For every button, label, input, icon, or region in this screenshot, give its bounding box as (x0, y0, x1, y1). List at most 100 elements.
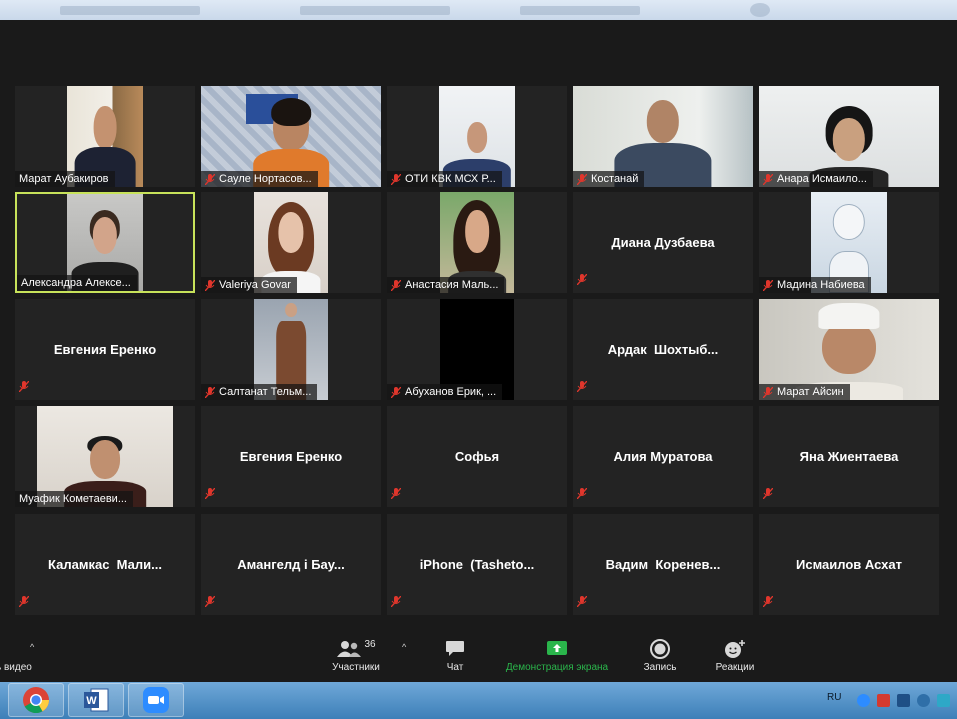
muted-mic-icon (205, 594, 219, 612)
gallery-grid: Марат Аубакиров Сауле Нортасов... ОТИ КВ… (15, 86, 941, 616)
share-screen-button[interactable]: Демонстрация экрана (497, 636, 617, 673)
meeting-toolbar: ^ ь видео 36 Участники ^ Чат Демонстраци… (0, 632, 957, 682)
muted-mic-icon (205, 279, 215, 291)
participant-tile[interactable]: Амангелд і Бау... (201, 514, 381, 615)
muted-mic-icon (391, 486, 405, 504)
participant-name-center: Яна Жиентаева (799, 449, 899, 464)
taskbar-zoom[interactable] (128, 683, 184, 717)
muted-mic-icon (391, 279, 401, 291)
participant-name-label: Сауле Нортасов... (201, 171, 318, 187)
zoom-icon (143, 687, 169, 713)
system-tray: RU (817, 682, 957, 719)
participant-name-label: Александра Алексе... (17, 275, 137, 291)
reactions-label: Реакции (715, 662, 755, 673)
participant-tile[interactable]: Ардак Шохтыб... (573, 299, 753, 400)
participant-tile[interactable]: Анастасия Маль... (387, 192, 567, 293)
participant-tile[interactable]: Вадим Коренев... (573, 514, 753, 615)
participant-tile[interactable]: Valeriya Govar (201, 192, 381, 293)
muted-mic-icon (205, 486, 219, 504)
network-tray-icon[interactable] (897, 694, 910, 707)
participant-tile[interactable]: Диана Дузбаева (573, 192, 753, 293)
participant-tile[interactable]: Анара Исмаило... (759, 86, 939, 187)
muted-mic-icon (391, 386, 401, 398)
share-screen-icon (547, 641, 567, 655)
muted-mic-icon (577, 594, 591, 612)
svg-text:W: W (86, 695, 97, 707)
participant-name-label: Анара Исмаило... (759, 171, 873, 187)
chat-label: Чат (446, 662, 464, 673)
record-button[interactable]: Запись (638, 636, 682, 673)
muted-mic-icon (19, 594, 33, 612)
video-label: ь видео (0, 662, 32, 673)
muted-mic-icon (391, 594, 405, 612)
participant-tile[interactable]: Абуханов Ерик, ... (387, 299, 567, 400)
participant-name-center: Евгения Еренко (53, 342, 157, 357)
participant-tile[interactable]: Марат Айсин (759, 299, 939, 400)
windows-taskbar: W RU (0, 682, 957, 719)
participant-tile[interactable]: Каламкас Мали... (15, 514, 195, 615)
participant-tile[interactable]: Софья (387, 406, 567, 507)
participant-tile[interactable]: Костанай (573, 86, 753, 187)
chrome-icon (23, 687, 50, 714)
record-label: Запись (643, 662, 677, 673)
participant-name-label: Абуханов Ерик, ... (387, 384, 503, 400)
participant-name-center: Каламкас Мали... (48, 557, 162, 572)
participant-tile[interactable]: Сауле Нортасов... (201, 86, 381, 187)
participant-tile[interactable]: Яна Жиентаева (759, 406, 939, 507)
participant-name-label: Костанай (573, 171, 645, 187)
video-options-caret[interactable]: ^ (30, 642, 34, 652)
chat-icon (446, 641, 464, 656)
record-icon (650, 639, 670, 659)
participants-button[interactable]: 36 Участники (328, 636, 384, 674)
muted-mic-icon (205, 173, 215, 185)
participant-tile[interactable]: Евгения Еренко (15, 299, 195, 400)
participant-tile[interactable]: Марат Аубакиров (15, 86, 195, 187)
reactions-button[interactable]: Реакции (710, 636, 760, 673)
zoom-tray-icon[interactable] (857, 694, 870, 707)
taskbar-word[interactable]: W (68, 683, 124, 717)
participant-name-center: Евгения Еренко (239, 449, 343, 464)
share-screen-label: Демонстрация экрана (505, 662, 609, 673)
participant-tile[interactable]: Алия Муратова (573, 406, 753, 507)
muted-mic-icon (577, 272, 591, 290)
participant-tile[interactable]: Евгения Еренко (201, 406, 381, 507)
browser-tabstrip (0, 0, 957, 20)
muted-mic-icon (577, 486, 591, 504)
participant-tile[interactable]: Муафик Кометаеви... (15, 406, 195, 507)
participant-tile[interactable]: iPhone (Tasheto... (387, 514, 567, 615)
muted-mic-icon (763, 386, 773, 398)
participant-name-center: Амангелд і Бау... (237, 557, 345, 572)
participant-tile-active-speaker[interactable]: Александра Алексе... (15, 192, 195, 293)
muted-mic-icon (391, 173, 401, 185)
participant-tile[interactable]: Мадина Набиева (759, 192, 939, 293)
muted-mic-icon (763, 173, 773, 185)
chat-tray-icon[interactable] (917, 694, 930, 707)
video-button[interactable]: ь видео (0, 662, 32, 673)
chat-button[interactable]: Чат (436, 636, 474, 673)
participant-name-label: Мадина Набиева (759, 277, 871, 293)
muted-mic-icon (763, 486, 777, 504)
participant-tile[interactable]: Исмаилов Асхат (759, 514, 939, 615)
participant-name-label: Салтанат Тельм... (201, 384, 318, 400)
muted-mic-icon (19, 379, 33, 397)
input-language[interactable]: RU (827, 692, 841, 703)
muted-mic-icon (763, 279, 773, 291)
participant-tile[interactable]: Салтанат Тельм... (201, 299, 381, 400)
taskbar-chrome[interactable] (8, 683, 64, 717)
participant-name-center: Ардак Шохтыб... (607, 342, 719, 357)
participant-name-center: Алия Муратова (613, 449, 713, 464)
participants-count: 36 (364, 638, 376, 650)
muted-mic-icon (577, 379, 591, 397)
participant-name-center: iPhone (Tasheto... (419, 557, 535, 572)
volume-tray-icon[interactable] (937, 694, 950, 707)
muted-mic-icon (577, 173, 587, 185)
muted-mic-icon (205, 386, 215, 398)
participants-icon (337, 641, 362, 657)
word-icon: W (84, 688, 109, 712)
participants-options-caret[interactable]: ^ (402, 642, 406, 652)
participant-name-label: Valeriya Govar (201, 277, 297, 293)
participant-tile[interactable]: ОТИ КВК МСХ Р... (387, 86, 567, 187)
participant-name-center: Вадим Коренев... (605, 557, 721, 572)
participant-name-label: ОТИ КВК МСХ Р... (387, 171, 502, 187)
flag-tray-icon[interactable] (877, 694, 890, 707)
